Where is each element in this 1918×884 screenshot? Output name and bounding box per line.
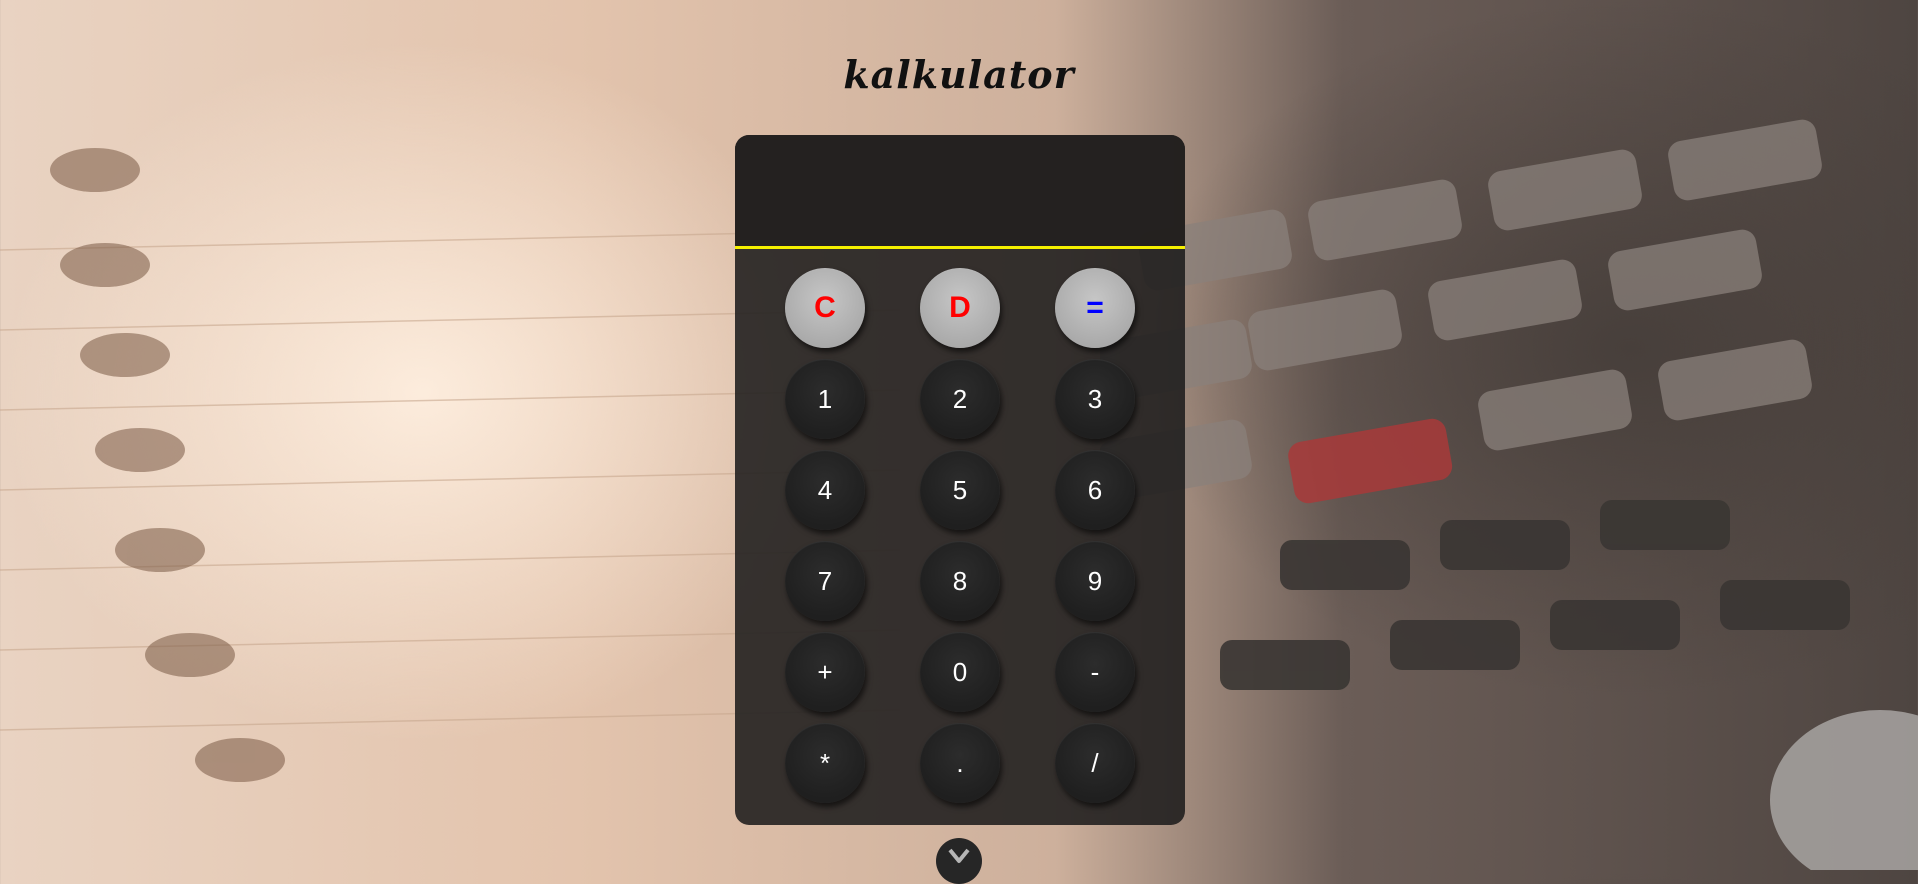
calculator-display <box>735 135 1185 249</box>
scroll-down-button[interactable] <box>936 838 982 884</box>
background-calculator-keys <box>1100 119 1918 870</box>
equals-button[interactable]: = <box>1055 268 1135 348</box>
keypad: C D = 1 2 3 4 5 6 7 8 9 + 0 - * . / <box>785 268 1135 803</box>
decimal-button[interactable]: . <box>920 723 1000 803</box>
delete-button[interactable]: D <box>920 268 1000 348</box>
digit-1-button[interactable]: 1 <box>785 359 865 439</box>
digit-2-button[interactable]: 2 <box>920 359 1000 439</box>
clear-button[interactable]: C <box>785 268 865 348</box>
digit-7-button[interactable]: 7 <box>785 541 865 621</box>
digit-0-button[interactable]: 0 <box>920 632 1000 712</box>
multiply-button[interactable]: * <box>785 723 865 803</box>
digit-6-button[interactable]: 6 <box>1055 450 1135 530</box>
minus-button[interactable]: - <box>1055 632 1135 712</box>
plus-button[interactable]: + <box>785 632 865 712</box>
app-title: kalkulator <box>843 52 1075 97</box>
digit-5-button[interactable]: 5 <box>920 450 1000 530</box>
divide-button[interactable]: / <box>1055 723 1135 803</box>
digit-9-button[interactable]: 9 <box>1055 541 1135 621</box>
digit-4-button[interactable]: 4 <box>785 450 865 530</box>
chevron-down-icon <box>948 848 970 863</box>
digit-3-button[interactable]: 3 <box>1055 359 1135 439</box>
digit-8-button[interactable]: 8 <box>920 541 1000 621</box>
calculator-panel: C D = 1 2 3 4 5 6 7 8 9 + 0 - * . / <box>735 135 1185 825</box>
